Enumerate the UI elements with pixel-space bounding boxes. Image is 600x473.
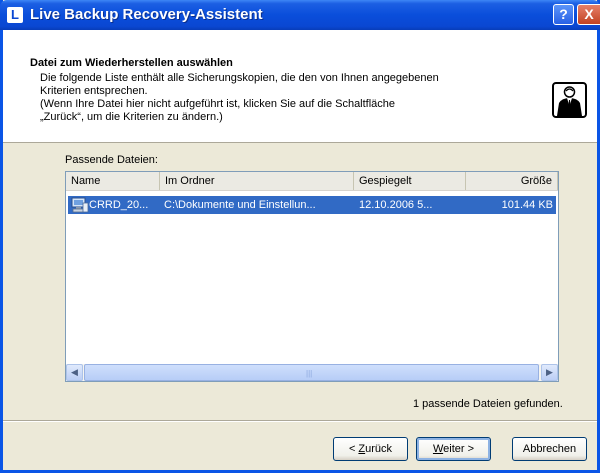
cancel-button[interactable]: Abbrechen [512, 437, 587, 461]
table-row[interactable]: CRRD_20... C:\Dokumente und Einstellun..… [68, 196, 556, 214]
back-button[interactable]: < Zurück [333, 437, 408, 461]
cell-size: 101.44 KB [501, 199, 553, 211]
horizontal-scrollbar[interactable]: ◀ ||| ▶ [66, 364, 558, 381]
column-header-size[interactable]: Größe [466, 172, 558, 190]
cell-folder: C:\Dokumente und Einstellun... [164, 199, 316, 211]
app-icon: L [7, 7, 23, 23]
window-title: Live Backup Recovery-Assistent [30, 6, 263, 23]
column-header-folder[interactable]: Im Ordner [160, 172, 354, 190]
scroll-thumb[interactable]: ||| [84, 364, 539, 381]
grip-icon: ||| [306, 369, 313, 378]
header-desc-line: „Zurück“, um die Kriterien zu ändern.) [40, 111, 223, 123]
header-desc-line: Kriterien entsprechen. [40, 85, 148, 97]
next-accel: W [432, 443, 444, 455]
header-desc-line: Die folgende Liste enthält alle Sicherun… [40, 72, 439, 84]
button-separator [3, 420, 597, 422]
file-listview[interactable]: Name Im Ordner Gespiegelt Größe CRRD_20.… [65, 171, 559, 382]
wizard-header: Datei zum Wiederherstellen auswählen Die… [3, 30, 597, 143]
column-header-mirrored[interactable]: Gespiegelt [354, 172, 466, 190]
matching-files-label: Passende Dateien: [65, 154, 158, 166]
scroll-right-button[interactable]: ▶ [541, 364, 558, 381]
header-description: Die folgende Liste enthält alle Sicherun… [40, 72, 540, 124]
back-prefix: < [348, 443, 359, 455]
close-button[interactable]: X [577, 4, 600, 25]
header-title: Datei zum Wiederherstellen auswählen [30, 57, 233, 69]
status-text: 1 passende Dateien gefunden. [413, 398, 563, 410]
next-button[interactable]: Weiter > [416, 437, 491, 461]
title-bar[interactable]: L Live Backup Recovery-Assistent ? X [0, 0, 600, 30]
wizard-person-icon [552, 82, 587, 118]
list-header: Name Im Ordner Gespiegelt Größe [66, 172, 558, 191]
help-button[interactable]: ? [553, 4, 574, 25]
back-rest: urück [365, 443, 393, 455]
next-rest: eiter > [443, 443, 475, 455]
scroll-left-button[interactable]: ◀ [66, 364, 83, 381]
cell-name: CRRD_20... [89, 199, 149, 211]
wizard-window: L Live Backup Recovery-Assistent ? X Dat… [0, 0, 600, 473]
file-computer-icon [71, 197, 89, 213]
header-desc-line: (Wenn Ihre Datei hier nicht aufgeführt i… [40, 98, 396, 110]
cell-mirrored: 12.10.2006 5... [359, 199, 433, 211]
column-header-name[interactable]: Name [66, 172, 160, 190]
